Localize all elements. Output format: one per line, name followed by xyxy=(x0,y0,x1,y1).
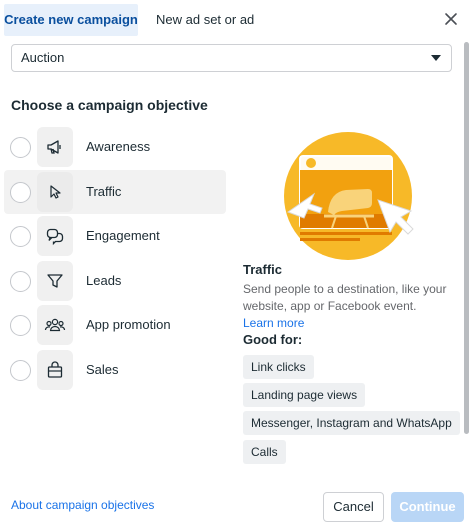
people-icon xyxy=(37,305,73,345)
tab-new-ad-set-or-ad[interactable]: New ad set or ad xyxy=(146,4,264,36)
good-for-chip: Calls xyxy=(243,440,286,464)
tab-bar: Create new campaign New ad set or ad xyxy=(0,0,474,40)
good-for-chip: Messenger, Instagram and WhatsApp xyxy=(243,411,460,435)
radio-engagement[interactable] xyxy=(10,226,31,247)
radio-sales[interactable] xyxy=(10,360,31,381)
radio-app-promotion[interactable] xyxy=(10,315,31,336)
chevron-down-icon xyxy=(431,55,441,61)
megaphone-icon xyxy=(37,127,73,167)
chat-icon xyxy=(37,216,73,256)
traffic-illustration xyxy=(278,126,418,266)
good-for-chip: Landing page views xyxy=(243,383,366,407)
scrollbar-thumb[interactable] xyxy=(464,42,469,434)
funnel-icon xyxy=(37,261,73,301)
cursor-icon xyxy=(37,172,73,212)
learn-more-link[interactable]: Learn more xyxy=(243,316,304,330)
close-icon[interactable] xyxy=(440,8,462,30)
shopping-bag-icon xyxy=(37,350,73,390)
objective-label: Traffic xyxy=(86,184,122,199)
objective-leads[interactable]: Leads xyxy=(4,259,226,303)
cancel-button[interactable]: Cancel xyxy=(323,492,384,522)
buying-type-value: Auction xyxy=(21,50,65,65)
objective-awareness[interactable]: Awareness xyxy=(4,125,226,169)
tab-create-new-campaign[interactable]: Create new campaign xyxy=(4,4,138,36)
objective-label: Sales xyxy=(86,362,119,377)
radio-awareness[interactable] xyxy=(10,137,31,158)
objective-label: App promotion xyxy=(86,317,171,332)
objective-detail-title: Traffic xyxy=(243,262,283,277)
continue-button[interactable]: Continue xyxy=(391,492,464,522)
objective-sales[interactable]: Sales xyxy=(4,348,226,392)
objective-label: Leads xyxy=(86,273,122,288)
radio-traffic[interactable] xyxy=(10,182,31,203)
good-for-chip: Link clicks xyxy=(243,355,314,379)
about-campaign-objectives-link[interactable]: About campaign objectives xyxy=(11,498,154,512)
good-for-label: Good for: xyxy=(243,332,303,347)
objective-detail-description: Send people to a destination, like your … xyxy=(243,281,448,332)
objective-label: Engagement xyxy=(86,228,160,243)
objective-label: Awareness xyxy=(86,139,151,154)
objective-traffic[interactable]: Traffic xyxy=(4,170,226,214)
buying-type-dropdown[interactable]: Auction xyxy=(11,44,452,72)
objective-app-promotion[interactable]: App promotion xyxy=(4,303,226,347)
objective-heading: Choose a campaign objective xyxy=(11,97,208,113)
description-text: Send people to a destination, like your … xyxy=(243,282,447,313)
radio-leads[interactable] xyxy=(10,271,31,292)
objective-engagement[interactable]: Engagement xyxy=(4,214,226,258)
